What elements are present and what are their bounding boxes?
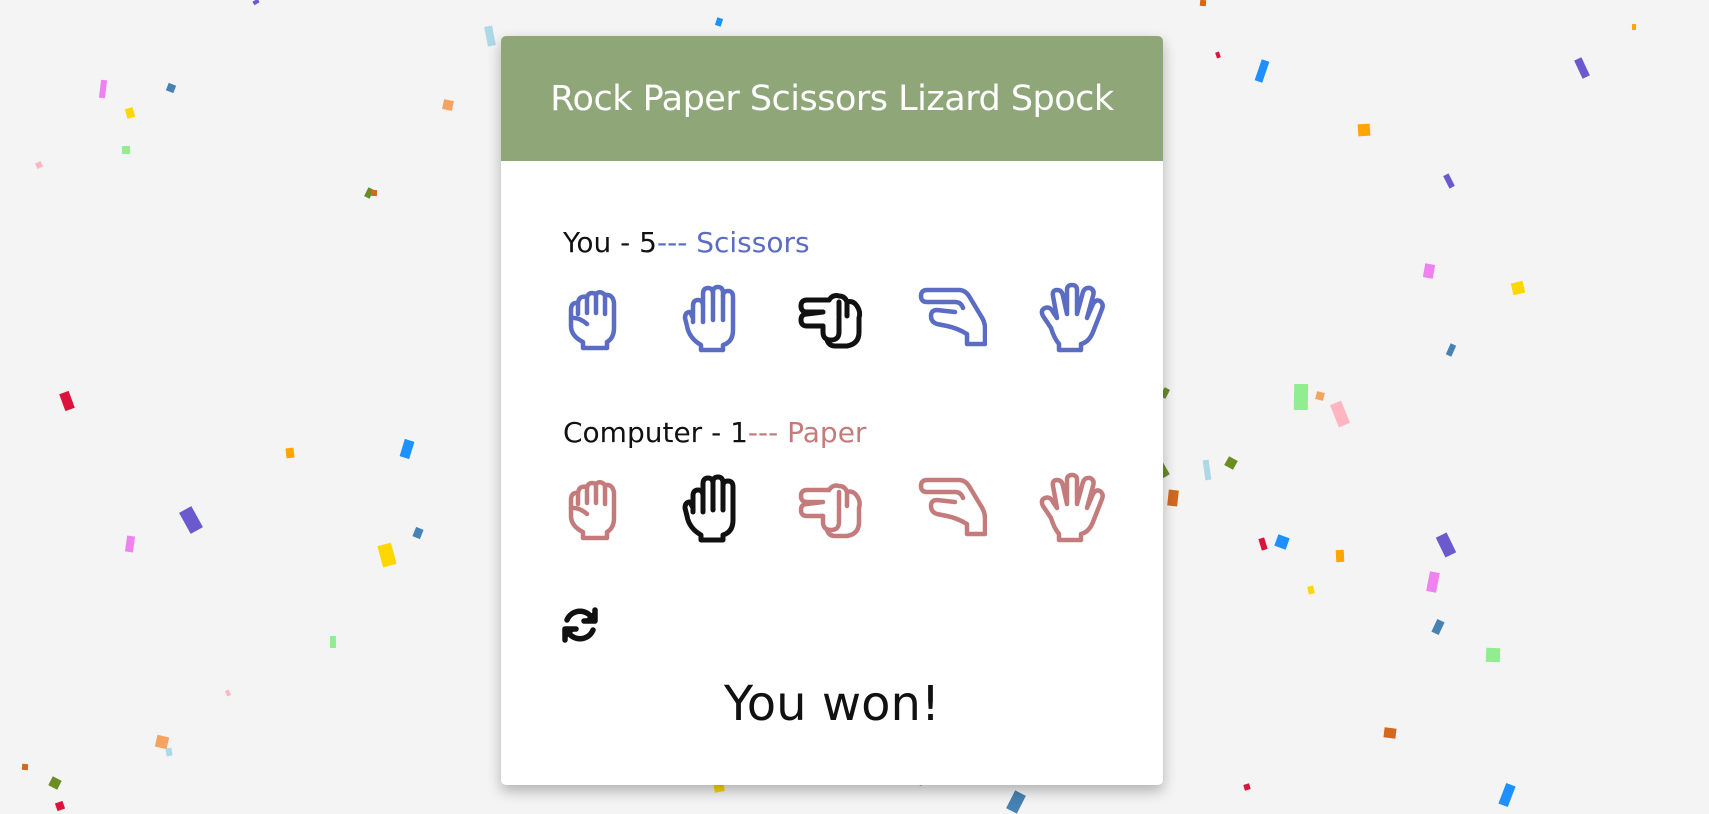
- computer-spock: [1035, 472, 1107, 544]
- confetti-piece: [1445, 343, 1457, 357]
- confetti-piece: [48, 776, 62, 790]
- confetti-piece: [1485, 647, 1501, 663]
- player-paper-button[interactable]: [675, 282, 747, 354]
- confetti-piece: [442, 99, 454, 111]
- confetti-piece: [412, 526, 424, 540]
- confetti-piece: [121, 145, 131, 155]
- confetti-piece: [1335, 549, 1345, 563]
- hand-rock-icon: [568, 480, 617, 541]
- confetti-piece: [1631, 23, 1637, 31]
- confetti-piece: [399, 438, 415, 460]
- confetti-piece: [1224, 456, 1238, 470]
- player-rock-button[interactable]: [557, 282, 629, 354]
- result-message: You won!: [723, 676, 941, 732]
- confetti-piece: [484, 25, 496, 47]
- confetti-piece: [21, 763, 29, 771]
- computer-scissors: [795, 472, 867, 544]
- confetti-piece: [1307, 585, 1315, 595]
- confetti-piece: [377, 542, 397, 568]
- confetti-piece: [1510, 280, 1526, 296]
- confetti-piece: [714, 17, 724, 27]
- computer-hands: [557, 472, 1117, 544]
- player-separator: ---: [656, 226, 697, 259]
- confetti-piece: [124, 107, 136, 119]
- confetti-piece: [1435, 532, 1457, 558]
- confetti-piece: [179, 506, 203, 534]
- confetti-piece: [370, 189, 378, 197]
- hand-scissors-icon: [798, 483, 862, 539]
- confetti-piece: [1243, 783, 1251, 791]
- confetti-piece: [1574, 57, 1590, 79]
- confetti-piece: [364, 187, 374, 199]
- confetti-piece: [224, 689, 232, 697]
- player-lizard-button[interactable]: [915, 282, 988, 354]
- confetti-piece: [1426, 571, 1440, 593]
- game-card: Rock Paper Scissors Lizard Spock You - 5…: [501, 36, 1163, 785]
- confetti-piece: [165, 82, 177, 94]
- refresh-icon: [562, 607, 598, 643]
- confetti-piece: [1329, 400, 1351, 428]
- computer-lizard: [915, 472, 988, 544]
- hand-lizard-icon: [918, 287, 988, 347]
- confetti-piece: [1315, 391, 1325, 401]
- page-title: Rock Paper Scissors Lizard Spock: [550, 78, 1114, 119]
- confetti-piece: [1167, 489, 1179, 507]
- confetti-piece: [59, 390, 75, 412]
- hand-rock-icon: [568, 290, 617, 351]
- player-scissors-button[interactable]: [795, 282, 867, 354]
- hand-spock-icon: [1039, 282, 1105, 353]
- confetti-piece: [165, 747, 173, 757]
- confetti-piece: [1293, 383, 1309, 411]
- player-score: You - 5: [563, 226, 657, 259]
- hand-scissors-icon: [798, 293, 863, 349]
- confetti-piece: [1431, 618, 1445, 636]
- player-hands: [557, 282, 1117, 354]
- confetti-piece: [35, 161, 43, 169]
- confetti-piece: [1006, 790, 1026, 814]
- computer-choice: Paper: [787, 416, 867, 449]
- player-spock-button[interactable]: [1035, 282, 1107, 354]
- computer-paper: [675, 472, 747, 544]
- computer-score-line: Computer - 1--- Paper: [563, 416, 866, 449]
- confetti-piece: [1202, 459, 1212, 481]
- confetti-piece: [154, 734, 170, 750]
- confetti-piece: [1422, 263, 1436, 279]
- hand-lizard-icon: [918, 477, 988, 537]
- player-score-line: You - 5--- Scissors: [563, 226, 810, 259]
- reset-button[interactable]: [559, 604, 601, 646]
- confetti-piece: [124, 535, 136, 553]
- confetti-piece: [1199, 0, 1207, 7]
- computer-rock: [557, 472, 629, 544]
- hand-paper-icon: [682, 474, 736, 543]
- confetti-piece: [285, 447, 295, 459]
- confetti-piece: [252, 0, 260, 6]
- confetti-piece: [1215, 51, 1221, 59]
- hand-spock-icon: [1039, 472, 1105, 543]
- confetti-piece: [1383, 727, 1397, 739]
- confetti-piece: [1498, 782, 1516, 808]
- confetti-piece: [1274, 534, 1290, 550]
- hand-paper-icon: [682, 284, 736, 353]
- card-header: Rock Paper Scissors Lizard Spock: [501, 36, 1163, 161]
- confetti-piece: [1357, 123, 1371, 137]
- confetti-piece: [329, 635, 337, 649]
- computer-score: Computer - 1: [563, 416, 748, 449]
- computer-separator: ---: [747, 416, 788, 449]
- confetti-piece: [1258, 537, 1268, 551]
- confetti-piece: [1443, 173, 1455, 189]
- confetti-piece: [1254, 59, 1270, 83]
- confetti-piece: [98, 79, 108, 99]
- confetti-piece: [54, 800, 66, 812]
- player-choice: Scissors: [696, 226, 810, 259]
